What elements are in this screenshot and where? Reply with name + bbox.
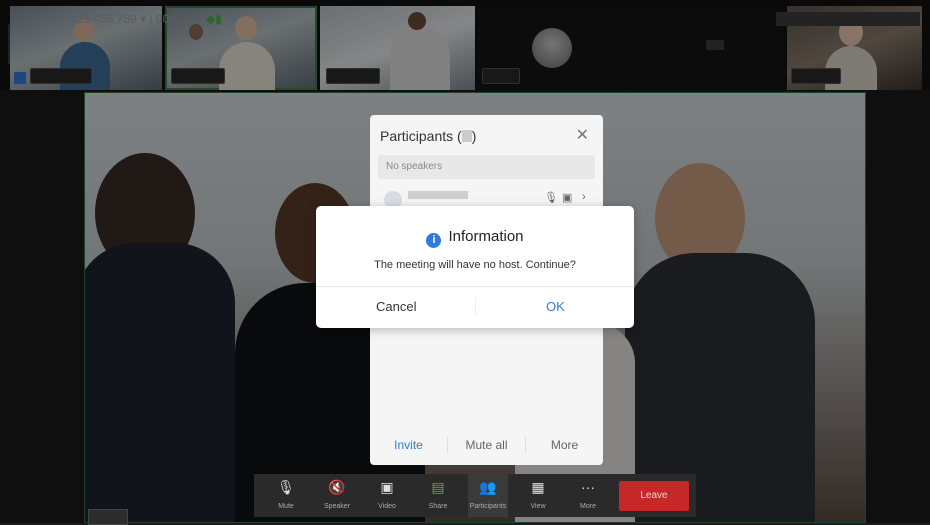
speaker-button[interactable]: 🔇 Speaker (317, 474, 357, 517)
info-icon: i (426, 233, 442, 248)
chevron-right-icon[interactable]: › (582, 191, 586, 203)
more-button[interactable]: More (526, 438, 603, 452)
information-dialog: i Information The meeting will have no ho… (316, 206, 634, 328)
speaker-muted-icon: 🔇 (328, 479, 346, 495)
ellipsis-icon: ··· (581, 479, 595, 495)
camera-off-icon: ▣ (380, 479, 394, 495)
participant-count-redacted (461, 130, 472, 142)
more-button[interactable]: ··· More (568, 474, 608, 517)
divider (316, 286, 634, 287)
microphone-icon[interactable]: 🎙 (544, 191, 558, 204)
invite-button[interactable]: Invite (370, 438, 447, 452)
share-icon: ▤ (431, 479, 445, 495)
dialog-title-text: Information (448, 228, 524, 245)
mute-all-button[interactable]: Mute all (448, 438, 525, 452)
cancel-button[interactable]: Cancel (376, 299, 416, 314)
participant-name-redacted (408, 191, 468, 199)
close-icon[interactable]: ✕ (576, 125, 589, 145)
more-label: More (580, 503, 596, 510)
panel-actions: Invite Mute all More (370, 425, 603, 465)
no-speakers-bar: No speakers (378, 155, 595, 179)
share-button[interactable]: ▤ Share (418, 474, 458, 517)
mute-button[interactable]: 🎙 Mute (266, 474, 306, 517)
camera-off-icon[interactable]: ▣ (562, 191, 572, 204)
dialog-message: The meeting will have no host. Continue? (374, 259, 576, 271)
participants-icon: 👥 (479, 479, 497, 495)
microphone-icon: 🎙 (277, 479, 295, 495)
view-button[interactable]: ▦ View (518, 474, 558, 517)
leave-button[interactable]: Leave (619, 481, 689, 511)
video-button[interactable]: ▣ Video (367, 474, 407, 517)
divider (475, 298, 476, 316)
meeting-toolbar: 🎙 Mute 🔇 Speaker ▣ Video ▤ Share 👥 Parti… (254, 474, 696, 517)
ok-button[interactable]: OK (546, 299, 565, 314)
grid-view-icon: ▦ (531, 479, 545, 495)
panel-title-end: ) (471, 128, 477, 144)
dialog-title: i Information (316, 228, 634, 248)
panel-title-text: Participants ( (380, 128, 462, 144)
participants-button[interactable]: 👥 Participants (468, 474, 508, 517)
panel-title: Participants () (380, 128, 476, 144)
